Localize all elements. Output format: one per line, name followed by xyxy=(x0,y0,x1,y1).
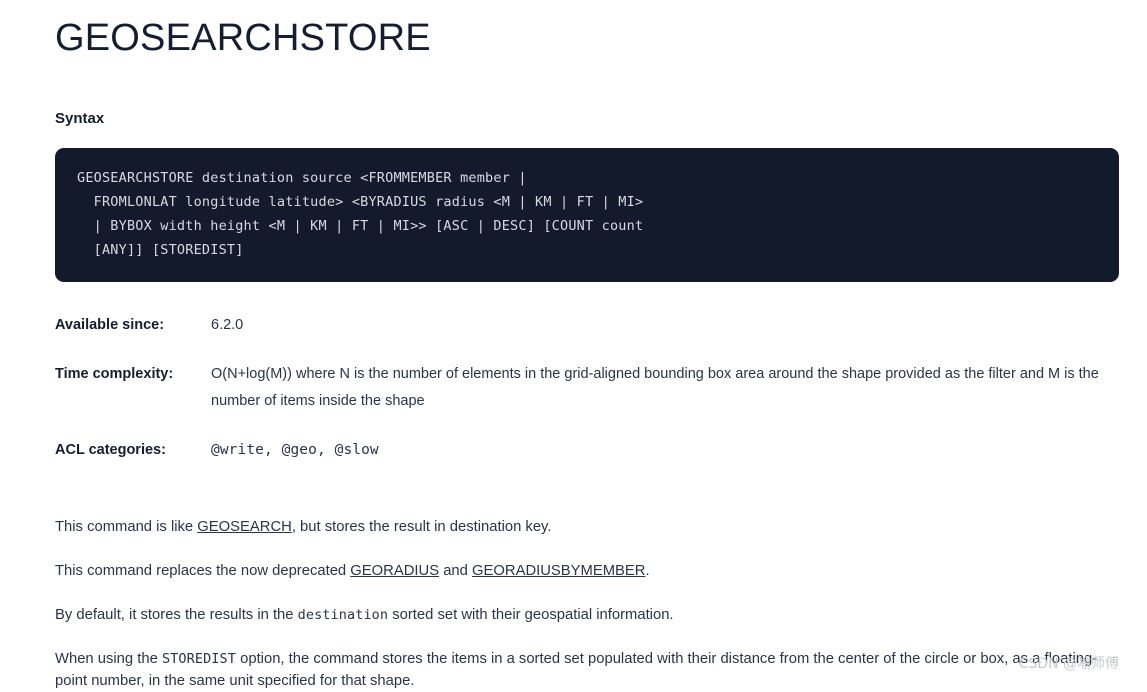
meta-value-available-since: 6.2.0 xyxy=(211,316,244,333)
link-geosearch[interactable]: GEOSEARCH xyxy=(197,519,292,535)
csdn-watermark: CSDN @喻师傅 xyxy=(1018,656,1119,672)
paragraph-text-after: , but stores the result in destination k… xyxy=(291,518,552,535)
link-georadius[interactable]: GEORADIUS xyxy=(350,563,439,579)
meta-value-acl-categories: @write, @geo, @slow xyxy=(211,441,379,458)
meta-label-available-since: Available since: xyxy=(55,316,165,333)
paragraph-text-after: . xyxy=(645,562,650,579)
paragraph-text-before: When using the xyxy=(55,650,162,667)
documentation-page: GEOSEARCHSTORE Syntax GEOSEARCHSTORE des… xyxy=(0,0,1147,689)
paragraph-text-before: This command is like xyxy=(55,518,198,535)
paragraph-like-geosearch: This command is like GEOSEARCH, but stor… xyxy=(55,516,1119,538)
link-georadiusbymember[interactable]: GEORADIUSBYMEMBER xyxy=(472,563,645,579)
description-section: This command is like GEOSEARCH, but stor… xyxy=(55,464,1119,692)
table-row: Time complexity: O(N+log(M)) where N is … xyxy=(55,361,1119,437)
paragraph-text-middle: and xyxy=(439,562,472,579)
paragraph-text-after: sorted set with their geospatial informa… xyxy=(388,606,674,623)
table-row: ACL categories: @write, @geo, @slow xyxy=(55,437,1119,464)
paragraph-text-before: This command replaces the now deprecated xyxy=(55,562,351,579)
meta-label-acl-categories: ACL categories: xyxy=(55,441,166,458)
paragraph-replaces-deprecated: This command replaces the now deprecated… xyxy=(55,538,1119,582)
meta-label-time-complexity: Time complexity: xyxy=(55,365,174,382)
inline-code-storedist: STOREDIST xyxy=(161,650,236,667)
meta-value-time-complexity: O(N+log(M)) where N is the number of ele… xyxy=(211,365,1099,409)
inline-code-destination: destination xyxy=(297,606,389,623)
page-title: GEOSEARCHSTORE xyxy=(55,17,431,59)
syntax-code-block: GEOSEARCHSTORE destination source <FROMM… xyxy=(55,147,1119,282)
syntax-code-text: GEOSEARCHSTORE destination source <FROMM… xyxy=(77,169,644,258)
command-metadata-table: Available since: 6.2.0 Time complexity: … xyxy=(55,312,1119,464)
paragraph-default-storage: By default, it stores the results in the… xyxy=(55,582,1119,626)
syntax-heading: Syntax xyxy=(55,109,105,127)
table-row: Available since: 6.2.0 xyxy=(55,312,1119,361)
paragraph-text-before: By default, it stores the results in the xyxy=(55,606,298,623)
